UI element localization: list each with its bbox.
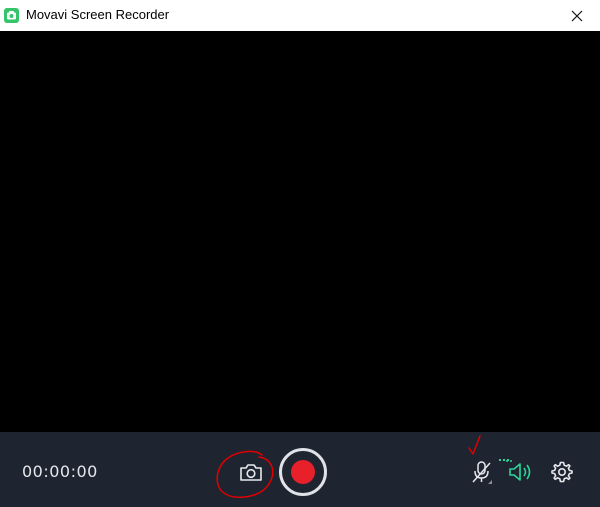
movavi-recorder-icon [4,8,19,23]
close-button[interactable] [554,0,600,31]
window-title: Movavi Screen Recorder [26,7,170,22]
recording-timer: 00:00:00 [22,462,98,481]
record-button[interactable] [278,447,328,497]
microphone-muted-icon [472,461,492,484]
gear-icon [551,461,573,483]
settings-button[interactable] [548,458,576,486]
speaker-icon [506,460,531,481]
audio-level-dots-icon [499,459,509,461]
system-audio-button[interactable] [506,458,536,486]
close-icon [571,10,583,21]
camera-icon [240,464,262,481]
title-bar: Movavi Screen Recorder [0,0,600,31]
record-icon [279,448,327,496]
camera-screenshot-button[interactable] [236,458,266,486]
capture-preview-area [0,31,600,432]
microphone-button[interactable] [467,458,497,488]
app-window: Movavi Screen Recorder 00:00:00 [0,0,600,507]
